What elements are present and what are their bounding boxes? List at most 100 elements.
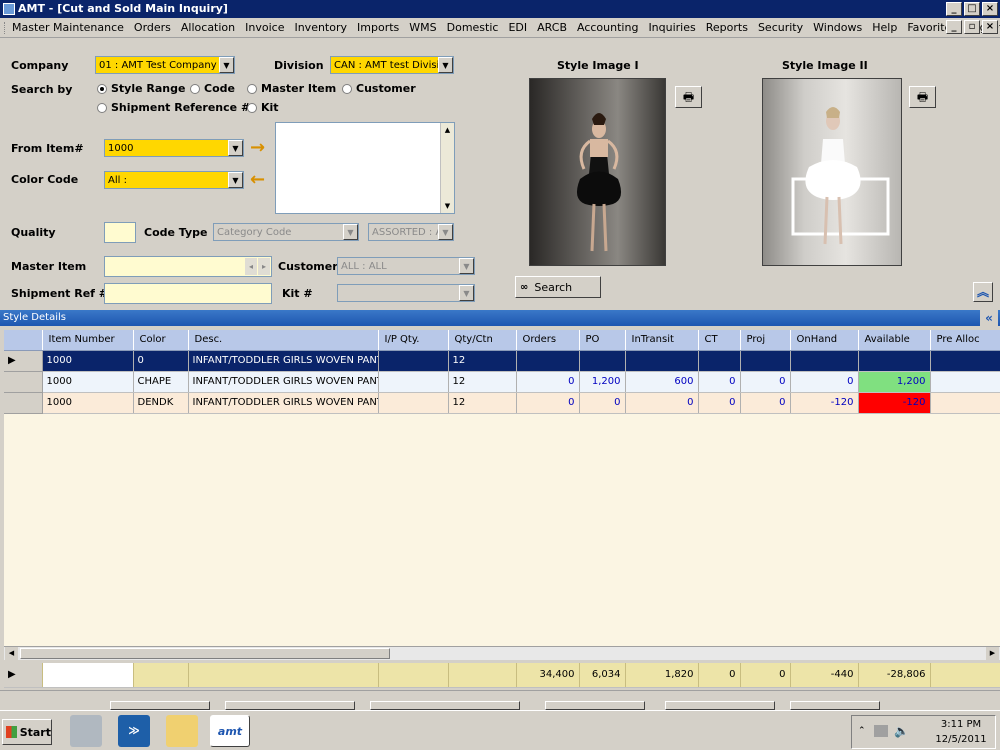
horizontal-scrollbar[interactable]: ◀ ▶ (4, 646, 1000, 660)
chevron-left-icon[interactable]: ◂ (245, 258, 257, 275)
cell-po[interactable]: 1,200 (579, 371, 626, 393)
menu-inventory[interactable]: Inventory (289, 21, 352, 34)
chevron-down-icon[interactable]: ▼ (219, 57, 234, 73)
radio-customer[interactable]: Customer (342, 82, 416, 95)
print-image-2-button[interactable]: 🖶 (909, 86, 936, 108)
cell-onhand[interactable] (790, 350, 859, 372)
menu-edi[interactable]: EDI (503, 21, 532, 34)
row-selector[interactable] (4, 371, 43, 393)
menu-invoice[interactable]: Invoice (240, 21, 289, 34)
listbox-scrollbar[interactable]: ▲ ▼ (440, 123, 454, 213)
cell-qty-ctn[interactable]: 12 (448, 350, 517, 372)
chevron-right-icon[interactable]: ▸ (258, 258, 270, 275)
scroll-down-icon[interactable]: ▼ (441, 199, 454, 213)
menu-master-maintenance[interactable]: Master Maintenance (7, 21, 129, 34)
status-tab[interactable] (110, 701, 210, 710)
chevron-down-icon[interactable]: ▼ (438, 224, 453, 240)
col-desc[interactable]: Desc. (188, 330, 379, 351)
mdi-close-button[interactable]: × (982, 20, 998, 34)
radio-shipment-reference[interactable]: Shipment Reference # (97, 101, 250, 114)
scroll-left-icon[interactable]: ◀ (5, 647, 18, 660)
menu-wms[interactable]: WMS (404, 21, 441, 34)
color-code-select[interactable]: All : ▼ (104, 171, 244, 189)
cell-available[interactable]: 1,200 (858, 371, 931, 393)
menu-windows[interactable]: Windows (808, 21, 867, 34)
cell-prealloc[interactable] (930, 371, 1000, 393)
chevron-down-icon[interactable]: ▼ (438, 57, 453, 73)
col-pre-alloc[interactable]: Pre Alloc (930, 330, 1000, 351)
cell-onhand[interactable]: 0 (790, 371, 859, 393)
kit-select[interactable]: ▼ (337, 284, 475, 302)
col-po[interactable]: PO (579, 330, 626, 351)
cell-qty-ctn[interactable]: 12 (448, 371, 517, 393)
cell-desc[interactable]: INFANT/TODDLER GIRLS WOVEN PANT (188, 392, 379, 414)
cell-item[interactable]: 1000 (42, 371, 134, 393)
chevron-down-icon[interactable]: ▼ (343, 224, 358, 240)
clock-time[interactable]: 3:11 PM (932, 719, 990, 730)
cell-ip[interactable] (378, 371, 449, 393)
master-item-input[interactable]: ◂ ▸ (104, 256, 272, 277)
minimize-button[interactable]: _ (946, 2, 962, 16)
cell-onhand[interactable]: -120 (790, 392, 859, 414)
cell-ip[interactable] (378, 350, 449, 372)
col-color[interactable]: Color (133, 330, 189, 351)
close-button[interactable]: × (982, 2, 998, 16)
cell-intransit[interactable]: 600 (625, 371, 699, 393)
col-item-number[interactable]: Item Number (42, 330, 134, 351)
col-orders[interactable]: Orders (516, 330, 580, 351)
cell-color[interactable]: 0 (133, 350, 189, 372)
code-type-select[interactable]: Category Code ▼ (213, 223, 359, 241)
start-button[interactable]: Start (2, 719, 52, 745)
radio-master-item[interactable]: Master Item (247, 82, 336, 95)
scroll-thumb[interactable] (20, 648, 390, 659)
col-onhand[interactable]: OnHand (790, 330, 859, 351)
totals-input[interactable] (42, 663, 134, 688)
cell-color[interactable]: CHAPE (133, 371, 189, 393)
menu-reports[interactable]: Reports (701, 21, 753, 34)
server-manager-icon[interactable] (70, 715, 102, 747)
cell-available[interactable] (858, 350, 931, 372)
quality-input[interactable] (104, 222, 136, 243)
menu-arcb[interactable]: ARCB (532, 21, 572, 34)
radio-style-range[interactable]: Style Range (97, 82, 185, 95)
cell-item[interactable]: 1000 (42, 350, 134, 372)
table-row[interactable]: ▶ 1000 0 INFANT/TODDLER GIRLS WOVEN PANT… (4, 350, 1000, 372)
amt-app-button[interactable]: amt (210, 715, 250, 747)
show-hidden-icons-icon[interactable]: ⌃ (858, 726, 866, 736)
row-selector[interactable] (4, 392, 43, 414)
cell-po[interactable] (579, 350, 626, 372)
powershell-icon[interactable]: ≫ (118, 715, 150, 747)
cell-ct[interactable]: 0 (698, 392, 741, 414)
status-tab[interactable] (225, 701, 355, 710)
double-chevron-left-icon[interactable]: « (980, 310, 998, 326)
arrow-left-icon[interactable]: ← (250, 169, 265, 190)
row-selector-icon[interactable]: ▶ (4, 350, 43, 372)
cell-po[interactable]: 0 (579, 392, 626, 414)
cell-available[interactable]: -120 (858, 392, 931, 414)
cell-orders[interactable] (516, 350, 580, 372)
volume-icon[interactable]: 🔈 (894, 724, 909, 738)
company-select[interactable]: 01 : AMT Test Company ▼ (95, 56, 235, 74)
menu-domestic[interactable]: Domestic (442, 21, 504, 34)
menu-imports[interactable]: Imports (352, 21, 404, 34)
cell-proj[interactable]: 0 (740, 371, 791, 393)
print-image-1-button[interactable]: 🖶 (675, 86, 702, 108)
chevron-down-icon[interactable]: ▼ (228, 172, 243, 188)
chevron-down-icon[interactable]: ▼ (459, 285, 474, 301)
cell-ct[interactable]: 0 (698, 371, 741, 393)
menu-security[interactable]: Security (753, 21, 808, 34)
assorted-select[interactable]: ASSORTED : A ▼ (368, 223, 454, 241)
arrow-right-icon[interactable]: → (250, 137, 265, 158)
chevron-down-icon[interactable]: ▼ (459, 258, 474, 274)
col-proj[interactable]: Proj (740, 330, 791, 351)
table-row[interactable]: 1000 DENDK INFANT/TODDLER GIRLS WOVEN PA… (4, 392, 1000, 414)
menu-orders[interactable]: Orders (129, 21, 176, 34)
mdi-minimize-button[interactable]: _ (946, 20, 962, 34)
cell-desc[interactable]: INFANT/TODDLER GIRLS WOVEN PANT (188, 350, 379, 372)
status-tab[interactable] (790, 701, 880, 710)
chevron-down-icon[interactable]: ▼ (228, 140, 243, 156)
cell-item[interactable]: 1000 (42, 392, 134, 414)
cell-qty-ctn[interactable]: 12 (448, 392, 517, 414)
cell-proj[interactable] (740, 350, 791, 372)
cell-ip[interactable] (378, 392, 449, 414)
